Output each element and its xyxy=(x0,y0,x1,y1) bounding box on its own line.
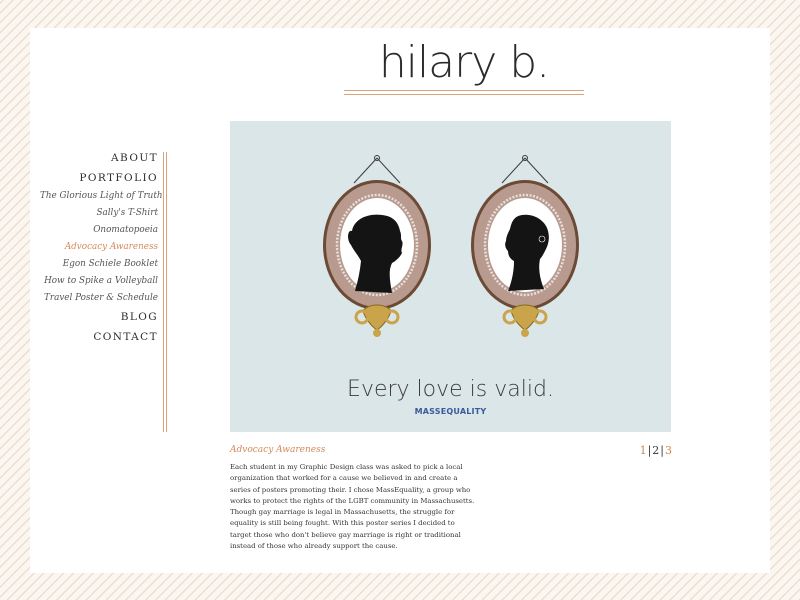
massequality-logo: MASSEQUALITY xyxy=(414,407,487,416)
portfolio-image[interactable]: Every love is valid. MASSEQUALITY xyxy=(230,121,671,432)
nav-item-portfolio[interactable]: PORTFOLIO xyxy=(40,168,158,188)
pager-page-1[interactable]: 1 xyxy=(640,444,647,457)
nav-item-blog[interactable]: BLOG xyxy=(40,307,158,327)
nav-divider-left xyxy=(163,152,164,432)
image-pager: 1|2|3 xyxy=(620,444,672,457)
title-rule-top xyxy=(344,90,584,91)
pager-page-3[interactable]: 3 xyxy=(665,444,672,457)
portfolio-item-travel-poster[interactable]: Travel Poster & Schedule xyxy=(40,290,158,307)
project-title: Advocacy Awareness xyxy=(230,445,326,455)
left-cameo-frame xyxy=(323,155,431,337)
nav-item-about[interactable]: ABOUT xyxy=(40,148,158,168)
project-description: Each student in my Graphic Design class … xyxy=(230,463,475,551)
site-title[interactable]: hilary b. xyxy=(344,38,584,88)
portfolio-item-sallys-tshirt[interactable]: Sally's T-Shirt xyxy=(40,205,158,222)
portfolio-item-volleyball[interactable]: How to Spike a Volleyball xyxy=(40,273,158,290)
poster-tagline: Every love is valid. xyxy=(347,377,554,402)
nav-item-contact[interactable]: CONTACT xyxy=(40,327,158,347)
portfolio-item-egon-schiele[interactable]: Egon Schiele Booklet xyxy=(40,256,158,273)
portfolio-item-advocacy-awareness[interactable]: Advocacy Awareness xyxy=(40,239,158,256)
right-cameo-frame xyxy=(471,155,579,337)
nav-divider-right xyxy=(166,152,167,432)
portfolio-item-onomatopoeia[interactable]: Onomatopoeia xyxy=(40,222,158,239)
sidebar-nav: ABOUT PORTFOLIO The Glorious Light of Tr… xyxy=(40,148,163,347)
title-rule-bottom xyxy=(344,94,584,95)
portfolio-item-glorious-light[interactable]: The Glorious Light of Truth xyxy=(40,188,163,205)
